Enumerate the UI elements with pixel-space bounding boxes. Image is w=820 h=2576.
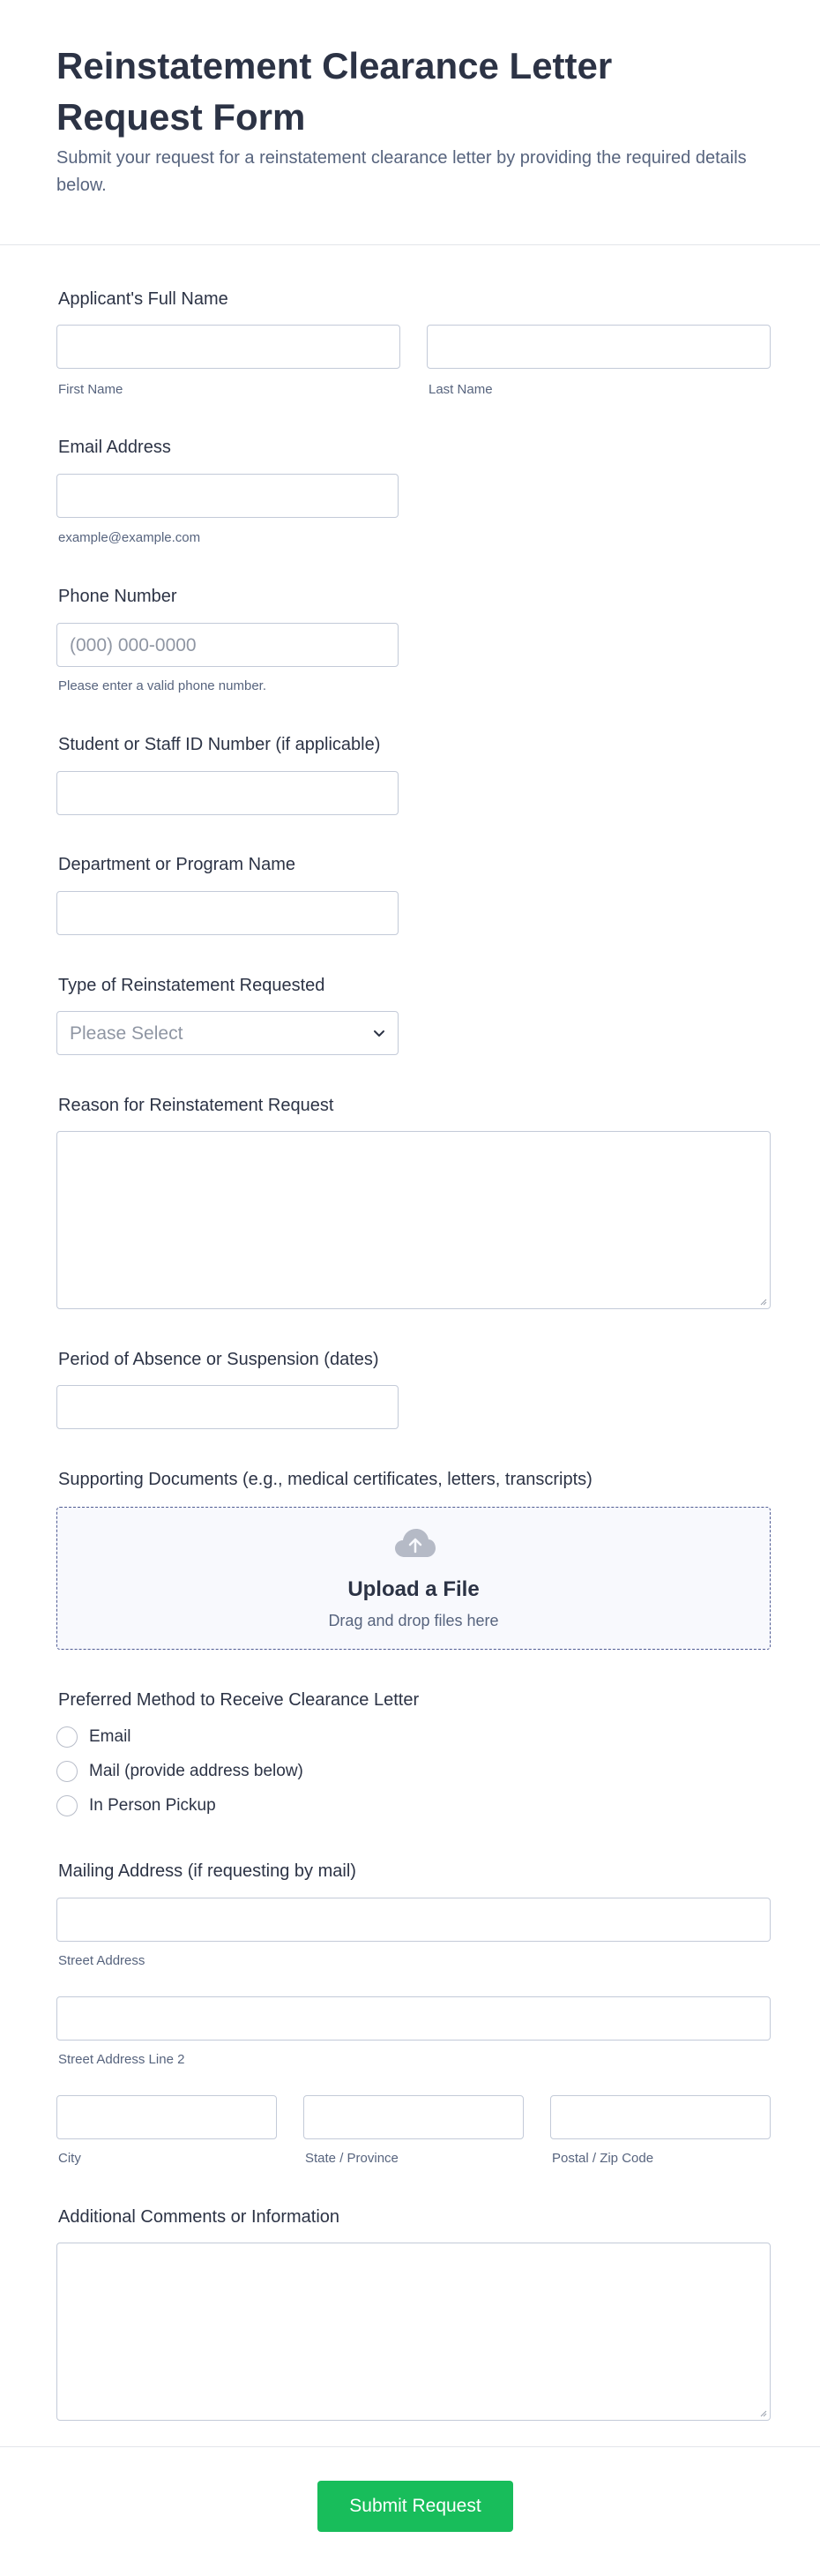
resize-grip-icon[interactable]	[758, 1297, 767, 1306]
last-name-input[interactable]	[427, 325, 771, 369]
reason-label: Reason for Reinstatement Request	[58, 1096, 334, 1115]
last-name-sublabel: Last Name	[429, 382, 493, 397]
radio-option-in-person[interactable]: In Person Pickup	[56, 1793, 321, 1818]
state-sublabel: State / Province	[305, 2151, 399, 2166]
file-upload-area[interactable]: Upload a File Drag and drop files here	[56, 1507, 771, 1650]
street-address-input[interactable]	[56, 1898, 771, 1942]
phone-label: Phone Number	[58, 587, 177, 606]
street-address-line2-sublabel: Street Address Line 2	[58, 2052, 185, 2067]
postal-code-sublabel: Postal / Zip Code	[552, 2151, 654, 2166]
submit-button[interactable]: Submit Request	[317, 2481, 513, 2532]
form-page: Reinstatement Clearance Letter Request F…	[0, 0, 820, 2576]
absence-period-label: Period of Absence or Suspension (dates)	[58, 1350, 379, 1369]
full-name-label: Applicant's Full Name	[58, 289, 228, 309]
city-sublabel: City	[58, 2151, 81, 2166]
reinstatement-type-select[interactable]: Please Select	[56, 1011, 399, 1055]
radio-label: Email	[89, 1727, 131, 1746]
form-header: Reinstatement Clearance Letter Request F…	[0, 0, 820, 245]
phone-input[interactable]: (000) 000-0000	[56, 623, 399, 667]
absence-period-input[interactable]	[56, 1385, 399, 1429]
upload-subtitle: Drag and drop files here	[328, 1612, 499, 1629]
reinstatement-type-label: Type of Reinstatement Requested	[58, 976, 325, 995]
email-sublabel: example@example.com	[58, 530, 201, 545]
radio-option-mail[interactable]: Mail (provide address below)	[56, 1759, 321, 1784]
documents-label: Supporting Documents (e.g., medical cert…	[58, 1470, 593, 1489]
postal-code-input[interactable]	[550, 2095, 771, 2139]
email-input[interactable]	[56, 474, 399, 518]
phone-placeholder: (000) 000-0000	[70, 635, 197, 655]
form-title: Reinstatement Clearance Letter Request F…	[56, 45, 613, 138]
reinstatement-type-placeholder: Please Select	[70, 1023, 183, 1044]
comments-textarea[interactable]	[56, 2243, 771, 2421]
radio-button[interactable]	[56, 1726, 78, 1748]
radio-label: In Person Pickup	[89, 1796, 216, 1815]
id-number-label: Student or Staff ID Number (if applicabl…	[58, 735, 381, 754]
upload-title: Upload a File	[347, 1577, 480, 1601]
resize-grip-icon[interactable]	[758, 2408, 767, 2417]
cloud-upload-icon	[395, 1529, 436, 1557]
reason-textarea[interactable]	[56, 1131, 771, 1309]
phone-sublabel: Please enter a valid phone number.	[58, 678, 266, 693]
street-address-line2-input[interactable]	[56, 1996, 771, 2041]
id-number-input[interactable]	[56, 771, 399, 815]
method-label: Preferred Method to Receive Clearance Le…	[58, 1690, 420, 1710]
first-name-sublabel: First Name	[58, 382, 123, 397]
street-address-sublabel: Street Address	[58, 1953, 145, 1968]
state-input[interactable]	[303, 2095, 524, 2139]
form-subtitle: Submit your request for a reinstatement …	[56, 148, 747, 195]
comments-label: Additional Comments or Information	[58, 2207, 340, 2227]
radio-button[interactable]	[56, 1795, 78, 1816]
radio-option-email[interactable]: Email	[56, 1725, 321, 1749]
department-input[interactable]	[56, 891, 399, 935]
form-footer: Submit Request	[0, 2446, 820, 2576]
first-name-input[interactable]	[56, 325, 400, 369]
radio-button[interactable]	[56, 1761, 78, 1782]
radio-label: Mail (provide address below)	[89, 1762, 303, 1780]
email-label: Email Address	[58, 438, 171, 457]
chevron-down-icon	[374, 1030, 384, 1037]
city-input[interactable]	[56, 2095, 277, 2139]
address-label: Mailing Address (if requesting by mail)	[58, 1861, 356, 1881]
department-label: Department or Program Name	[58, 855, 295, 874]
